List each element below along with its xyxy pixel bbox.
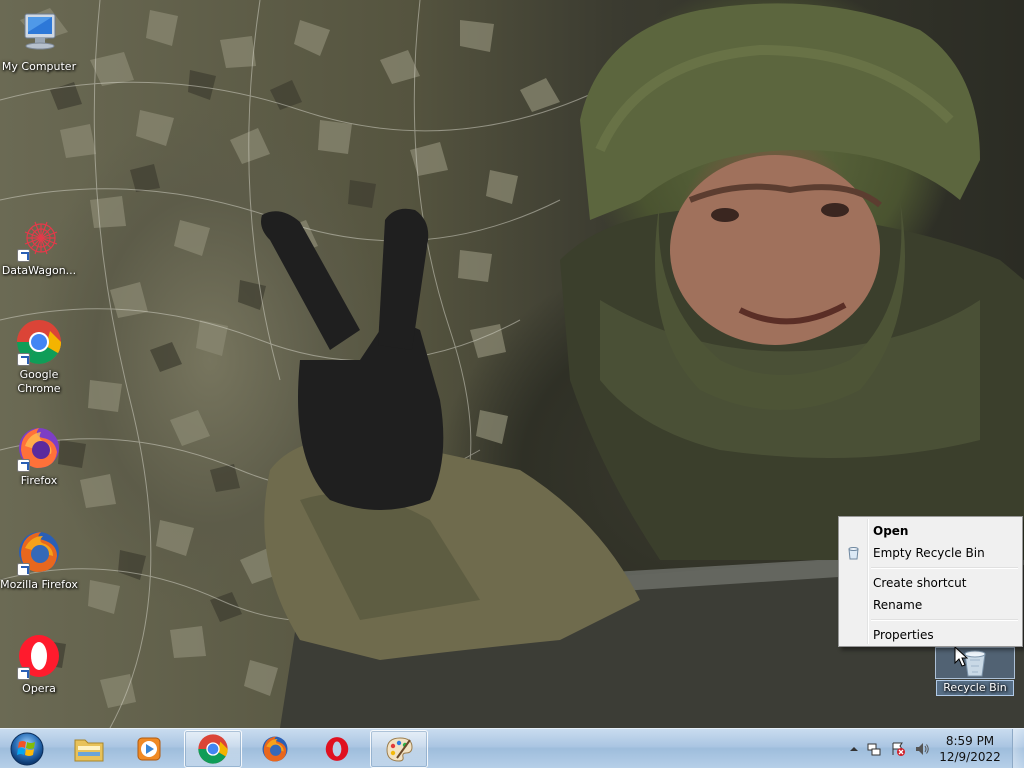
folder-icon (74, 739, 104, 762)
desktop-icon-mozilla-firefox[interactable]: Mozilla Firefox (0, 528, 78, 592)
recycle-bin-icon (935, 647, 1015, 679)
clock-time: 8:59 PM (945, 734, 995, 748)
taskbar: 8:59 PM 12/9/2022 (0, 728, 1024, 768)
mouse-cursor-icon (954, 646, 968, 667)
menu-item-label: Properties (873, 628, 934, 642)
computer-icon (15, 10, 63, 58)
firefox-icon (262, 736, 288, 762)
desktop-icon-datawagon[interactable]: DataWagon... (0, 214, 78, 278)
taskbar-opera[interactable] (308, 730, 366, 768)
menu-separator (871, 616, 1020, 624)
menu-separator (871, 564, 1020, 572)
volume-icon[interactable] (914, 741, 930, 757)
menu-item-properties[interactable]: Properties (841, 624, 1020, 646)
opera-icon (15, 632, 63, 680)
action-center-icon[interactable] (890, 741, 906, 757)
menu-item-label: Create shortcut (873, 576, 967, 590)
shortcut-arrow-icon (17, 353, 30, 366)
desktop-icon-recycle-bin[interactable]: Recycle Bin (935, 647, 1015, 696)
menu-item-create-shortcut[interactable]: Create shortcut (841, 572, 1020, 594)
shortcut-arrow-icon (17, 667, 30, 680)
desktop-icon-firefox[interactable]: Firefox (0, 424, 78, 488)
desktop-icon-opera[interactable]: Opera (0, 632, 78, 696)
desktop-icon-google-chrome[interactable]: Google Chrome (0, 318, 78, 396)
menu-item-label: Empty Recycle Bin (873, 546, 985, 560)
desktop-icon-label: Recycle Bin (943, 681, 1007, 694)
opera-icon (325, 737, 349, 761)
taskbar-clock[interactable]: 8:59 PM 12/9/2022 (930, 733, 1010, 765)
desktop-icon-label: My Computer (1, 60, 77, 73)
network-icon[interactable] (866, 741, 882, 757)
desktop-icon-label: Firefox (20, 474, 58, 487)
shortcut-arrow-icon (17, 563, 30, 576)
menu-item-label: Rename (873, 598, 923, 612)
taskbar-paint[interactable] (370, 730, 428, 768)
shortcut-arrow-icon (17, 249, 30, 262)
windows-orb-icon (10, 732, 44, 766)
desktop-icon-label: Opera (22, 682, 56, 695)
menu-item-label: Open (873, 524, 909, 538)
desktop-icon-label: Google Chrome (17, 368, 61, 395)
menu-item-open[interactable]: Open (841, 520, 1020, 542)
firefox-icon (15, 528, 63, 576)
menu-item-empty-recycle-bin[interactable]: Empty Recycle Bin (841, 542, 1020, 564)
shortcut-arrow-icon (17, 459, 30, 472)
desktop-icon-my-computer[interactable]: My Computer (0, 10, 78, 74)
datawagon-icon (15, 214, 63, 262)
chrome-icon (15, 318, 63, 366)
show-hidden-icons-icon[interactable] (846, 741, 862, 757)
chrome-icon (198, 734, 228, 764)
taskbar-windows-explorer[interactable] (60, 730, 118, 768)
clock-date: 12/9/2022 (939, 750, 1001, 764)
desktop-icon-label: DataWagon... (1, 264, 77, 277)
recycle-bin-icon (848, 547, 859, 560)
taskbar-google-chrome[interactable] (184, 730, 242, 768)
start-button[interactable] (4, 731, 50, 767)
taskbar-firefox[interactable] (246, 730, 304, 768)
firefox-icon (15, 424, 63, 472)
menu-item-rename[interactable]: Rename (841, 594, 1020, 616)
show-desktop-button[interactable] (1012, 729, 1024, 768)
media-player-icon (137, 737, 161, 761)
taskbar-windows-media-player[interactable] (120, 730, 178, 768)
recycle-bin-context-menu: Open Empty Recycle Bin Create shortcut R… (838, 516, 1023, 647)
desktop-icon-label: Mozilla Firefox (0, 578, 78, 591)
paint-palette-icon (386, 737, 413, 762)
